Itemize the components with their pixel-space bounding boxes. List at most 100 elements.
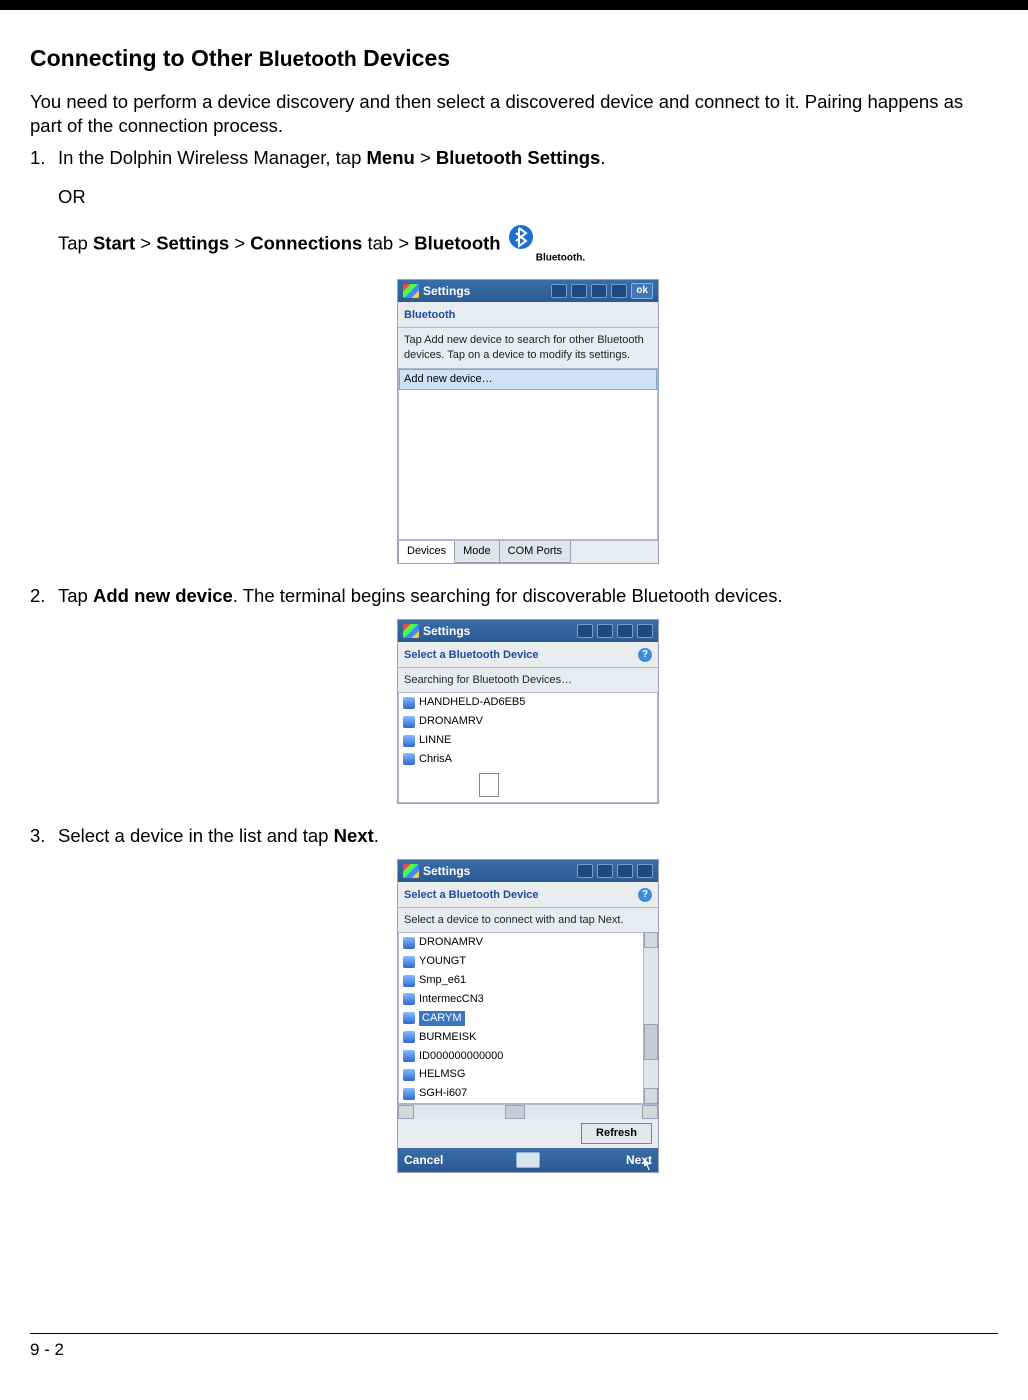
windows-flag-icon: [403, 864, 419, 878]
sync-icon: [597, 864, 613, 878]
device-icon: [403, 1031, 415, 1043]
ss3-title: Settings: [423, 863, 470, 879]
heading-part-b: Devices: [357, 45, 450, 71]
tab-label: tab >: [362, 232, 414, 253]
screenshot-bluetooth-settings: Settings ok Bluetooth Tap Add new device…: [397, 279, 659, 564]
lock-icon: [577, 864, 593, 878]
tab-com-ports[interactable]: COM Ports: [500, 541, 571, 563]
device-icon: [403, 1050, 415, 1062]
step-2-pre: Tap: [58, 585, 93, 606]
device-icon: [403, 956, 415, 968]
intro-paragraph: You need to perform a device discovery a…: [30, 90, 998, 138]
ss1-titlebar: Settings ok: [398, 280, 658, 302]
screenshot-3-container: Settings Select a Bluetooth Device? Sele…: [58, 859, 998, 1174]
step-1-text-pre: In the Dolphin Wireless Manager, tap: [58, 147, 367, 168]
list-item[interactable]: SGH-i607: [399, 1084, 643, 1103]
ss2-instruction: Searching for Bluetooth Devices…: [398, 668, 658, 693]
tab-devices[interactable]: Devices: [398, 541, 455, 563]
ss1-title: Settings: [423, 283, 470, 299]
step-3-pre: Select a device in the list and tap: [58, 825, 334, 846]
device-icon: [403, 937, 415, 949]
add-new-device-label: Add new device…: [404, 372, 493, 387]
refresh-button[interactable]: Refresh: [581, 1123, 652, 1144]
heading-part-a: Connecting to Other: [30, 45, 259, 71]
ss3-device-list: DRONAMRV YOUNGT Smp_e61 IntermecCN3 CARY…: [398, 932, 643, 1104]
windows-flag-icon: [403, 624, 419, 638]
sync-icon: [597, 624, 613, 638]
step-3-dot: .: [374, 825, 379, 846]
bluetooth-label: Bluetooth: [414, 232, 500, 253]
menu-label: Menu: [367, 147, 415, 168]
signal-icon: [577, 624, 593, 638]
ss3-instruction: Select a device to connect with and tap …: [398, 908, 658, 933]
device-label: HELMSG: [419, 1067, 465, 1082]
heading-bluetooth: Bluetooth: [259, 48, 357, 71]
device-icon: [403, 735, 415, 747]
list-item[interactable]: HELMSG: [399, 1065, 643, 1084]
vertical-scrollbar[interactable]: [643, 932, 658, 1104]
dot-1: .: [600, 147, 605, 168]
connections-label: Connections: [250, 232, 362, 253]
hscroll-thumb[interactable]: [505, 1105, 525, 1119]
device-icon: [403, 1012, 415, 1024]
connection-icon: [591, 284, 607, 298]
step-1-number: 1.: [30, 146, 45, 171]
list-item[interactable]: ID000000000000: [399, 1047, 643, 1066]
device-label: YOUNGT: [419, 954, 466, 969]
device-icon: [403, 697, 415, 709]
keyboard-icon[interactable]: [516, 1152, 540, 1168]
device-label: LINNE: [419, 733, 451, 748]
scroll-right-arrow[interactable]: [642, 1105, 658, 1119]
next-label: Next: [626, 1153, 652, 1167]
help-icon[interactable]: ?: [638, 888, 652, 902]
cancel-button[interactable]: Cancel: [404, 1152, 504, 1168]
scroll-up-arrow[interactable]: [644, 932, 658, 948]
device-label: ID000000000000: [419, 1049, 503, 1064]
device-label: ChrisA: [419, 752, 452, 767]
device-label: DRONAMRV: [419, 935, 483, 950]
list-item[interactable]: LINNE: [399, 731, 657, 750]
list-item[interactable]: ChrisA: [399, 750, 657, 769]
tab-mode[interactable]: Mode: [455, 541, 500, 563]
device-icon: [403, 993, 415, 1005]
add-new-device-bold: Add new device: [93, 585, 233, 606]
list-item[interactable]: YOUNGT: [399, 952, 643, 971]
volume-icon: [637, 624, 653, 638]
ok-button[interactable]: ok: [631, 283, 653, 299]
scroll-left-arrow[interactable]: [398, 1105, 414, 1119]
add-new-device-item[interactable]: Add new device…: [399, 369, 657, 390]
next-button[interactable]: Next: [552, 1152, 652, 1168]
ss1-instruction: Tap Add new device to search for other B…: [398, 328, 658, 368]
volume-icon: [637, 864, 653, 878]
hscroll-track[interactable]: [414, 1105, 642, 1119]
device-icon: [403, 1069, 415, 1081]
list-item[interactable]: DRONAMRV: [399, 712, 657, 731]
ss3-titlebar: Settings: [398, 860, 658, 882]
step-2-post: . The terminal begins searching for disc…: [233, 585, 783, 606]
list-item[interactable]: IntermecCN3: [399, 990, 643, 1009]
device-icon: [403, 975, 415, 987]
list-item-selected[interactable]: CARYM: [399, 1009, 643, 1028]
ss1-sub-text: Bluetooth: [404, 308, 455, 323]
connection-icon: [617, 624, 633, 638]
list-item[interactable]: BURMEISK: [399, 1028, 643, 1047]
settings-label: Settings: [156, 232, 229, 253]
device-label: CARYM: [419, 1011, 465, 1026]
device-icon: [403, 753, 415, 765]
top-black-bar: [0, 0, 1028, 10]
connection-icon: [617, 864, 633, 878]
windows-flag-icon: [403, 284, 419, 298]
sync-icon: [571, 284, 587, 298]
horizontal-scrollbar[interactable]: [398, 1104, 658, 1119]
ss3-sub-text: Select a Bluetooth Device: [404, 888, 539, 903]
scroll-down-arrow[interactable]: [644, 1088, 658, 1104]
device-icon: [403, 716, 415, 728]
list-item[interactable]: HANDHELD-AD6EB5: [399, 693, 657, 712]
list-item[interactable]: DRONAMRV: [399, 933, 643, 952]
scroll-thumb[interactable]: [644, 1024, 658, 1060]
screenshot-2-container: Settings Select a Bluetooth Device? Sear…: [58, 619, 998, 804]
ss2-titlebar: Settings: [398, 620, 658, 642]
heading: Connecting to Other Bluetooth Devices: [30, 45, 998, 72]
help-icon[interactable]: ?: [638, 648, 652, 662]
list-item[interactable]: Smp_e61: [399, 971, 643, 990]
